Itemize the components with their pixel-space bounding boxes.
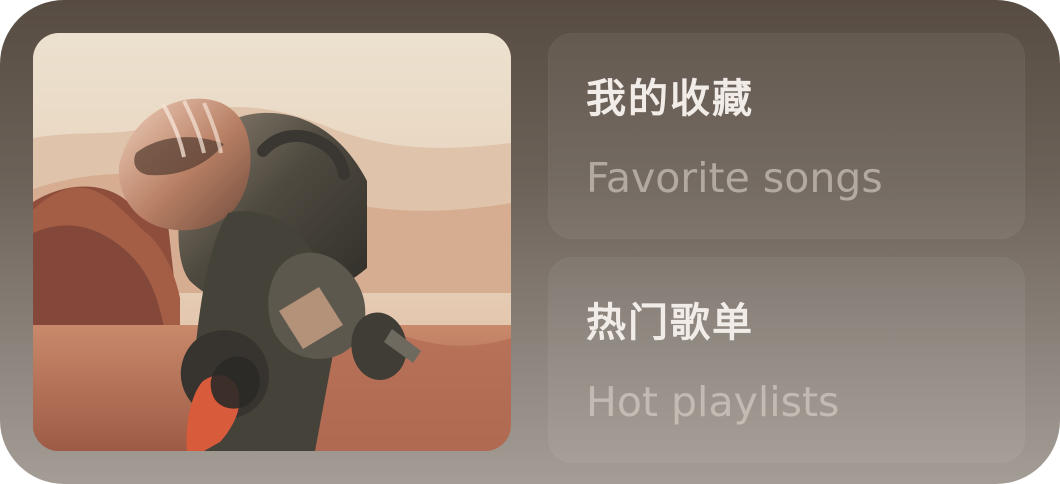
favorite-songs-card[interactable]: 我的收藏 Favorite songs <box>548 33 1025 239</box>
album-artwork[interactable] <box>33 33 511 451</box>
hot-playlists-card[interactable]: 热门歌单 Hot playlists <box>548 257 1025 463</box>
favorite-songs-subtitle: Favorite songs <box>586 154 883 202</box>
music-widget: 我的收藏 Favorite songs 热门歌单 Hot playlists <box>0 0 1060 484</box>
hot-playlists-subtitle: Hot playlists <box>586 378 840 426</box>
favorite-songs-title: 我的收藏 <box>586 76 754 122</box>
hot-playlists-title: 热门歌单 <box>586 300 754 346</box>
astronaut-artwork-image <box>33 33 511 451</box>
